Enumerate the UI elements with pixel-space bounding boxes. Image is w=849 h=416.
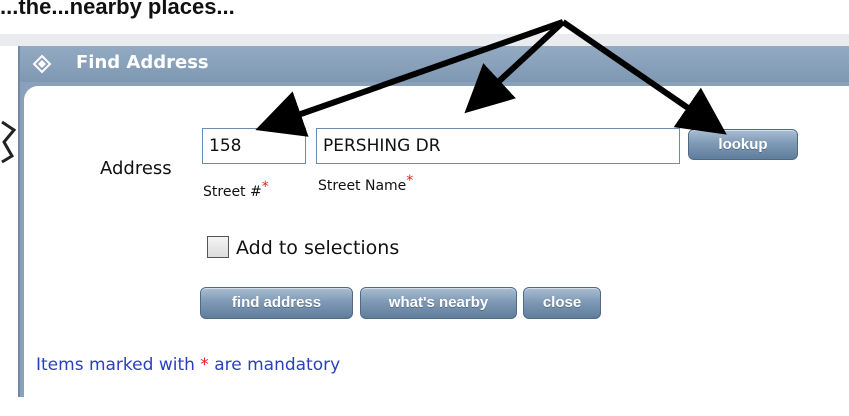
background-window-strip [0, 34, 849, 46]
mandatory-fields-note: Items marked with * are mandatory [36, 355, 340, 375]
add-to-selections-checkbox[interactable] [207, 236, 229, 258]
close-button[interactable]: close [523, 287, 601, 319]
move-handle-icon[interactable] [32, 54, 52, 74]
find-address-dialog: Find Address [18, 46, 849, 416]
whats-nearby-button[interactable]: what's nearby [360, 287, 517, 319]
partial-caption-text: ...the...nearby places... [0, 0, 235, 19]
address-label: Address [100, 158, 172, 179]
required-star: * [406, 173, 414, 189]
street-number-label: Street #* [203, 179, 269, 200]
note-text-after: are mandatory [208, 355, 341, 375]
street-name-label: Street Name* [318, 173, 413, 194]
add-to-selections-label[interactable]: Add to selections [236, 237, 399, 259]
dialog-titlebar[interactable]: Find Address [20, 46, 849, 82]
street-name-label-text: Street Name [318, 178, 407, 194]
street-number-input[interactable] [202, 128, 306, 164]
street-name-input[interactable] [316, 128, 680, 164]
street-number-label-text: Street # [203, 184, 262, 200]
note-text-before: Items marked with [36, 355, 201, 375]
dialog-title: Find Address [76, 52, 209, 73]
required-star: * [261, 179, 269, 195]
find-address-button[interactable]: find address [200, 287, 353, 319]
lookup-button[interactable]: lookup [688, 129, 798, 160]
note-star: * [200, 355, 209, 375]
background-window-fragment [1, 120, 16, 164]
